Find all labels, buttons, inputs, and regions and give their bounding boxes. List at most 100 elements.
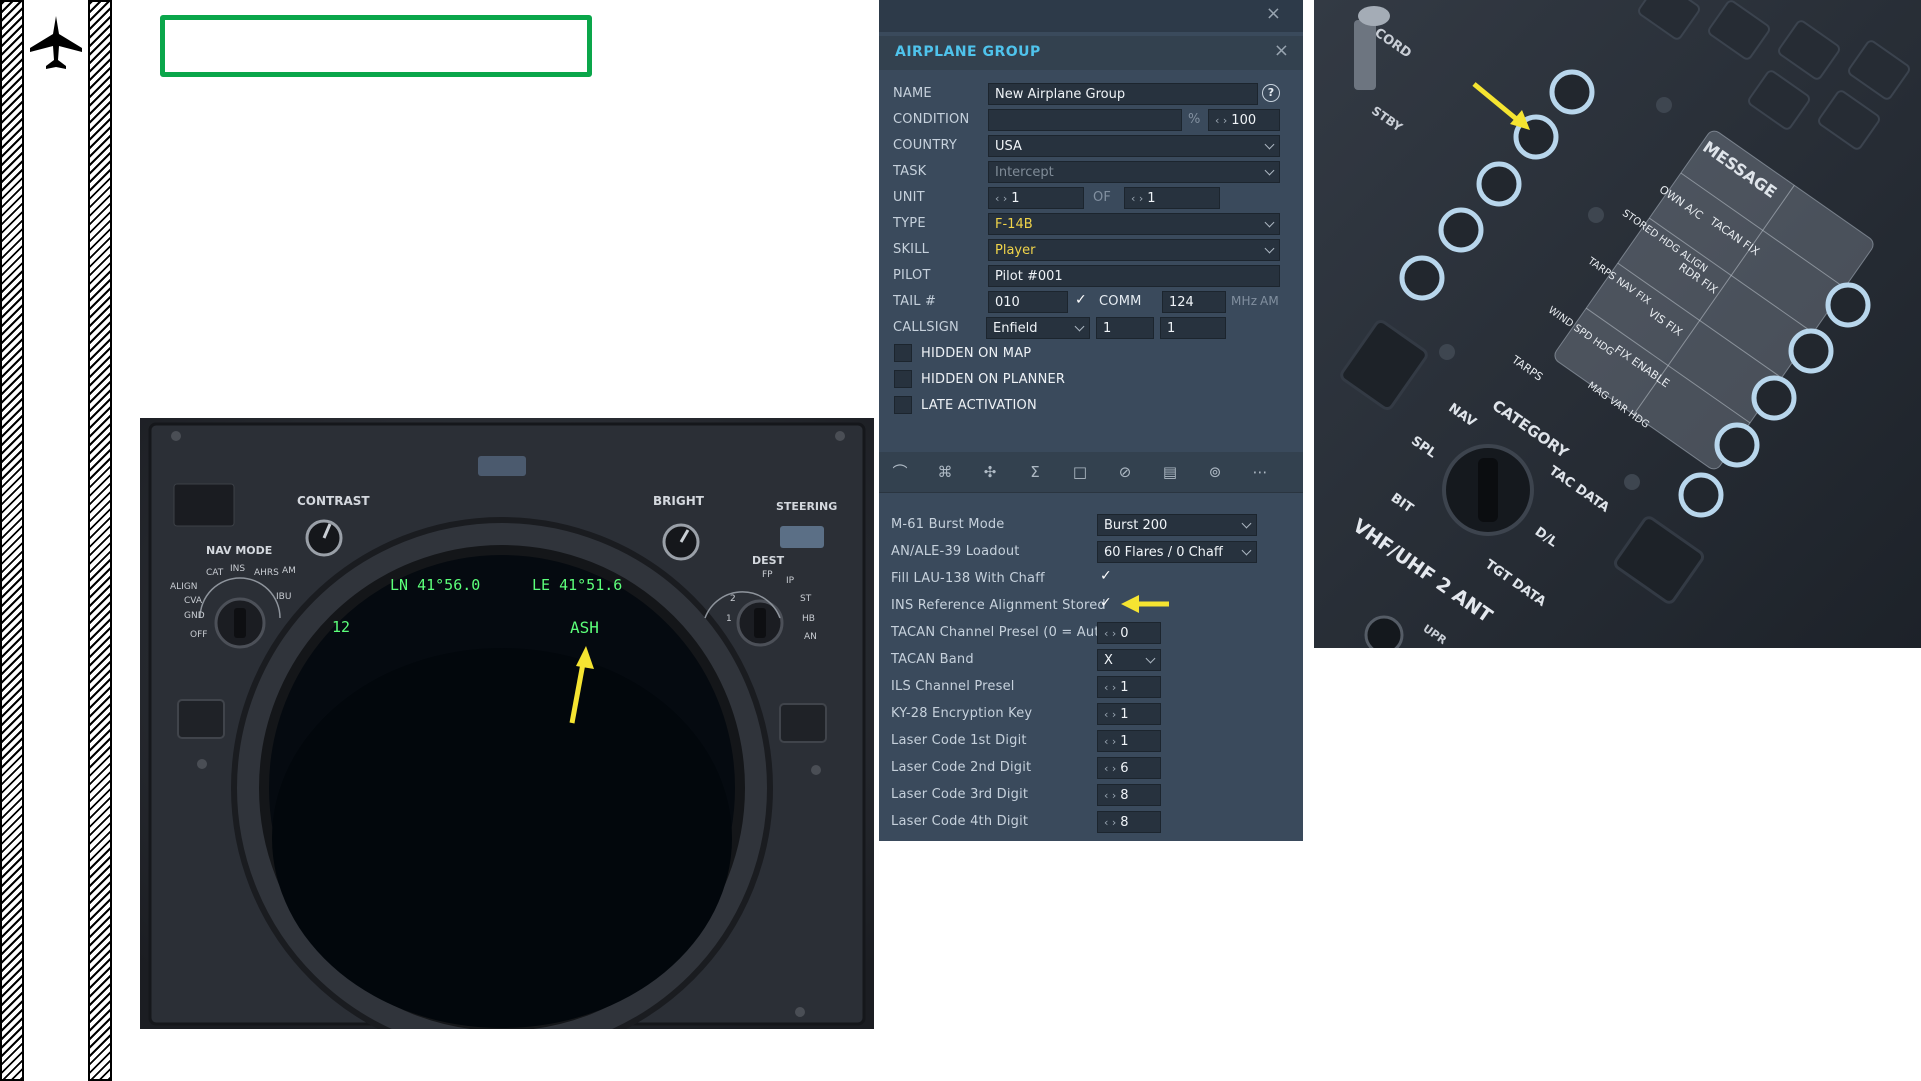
dest-pos-ip: IP (786, 576, 795, 586)
hidden-on-planner-checkbox[interactable] (894, 370, 912, 388)
prop-burst-select[interactable]: Burst 200 (1097, 514, 1257, 536)
square-icon[interactable]: □ (1069, 462, 1091, 482)
nav-pos-ahrs: AHRS (254, 568, 279, 578)
no-icon[interactable]: ⊘ (1114, 462, 1136, 482)
chevron-down-icon (1241, 545, 1252, 556)
prop-tacan-band-select[interactable]: X (1097, 649, 1161, 671)
condition-label: CONDITION (893, 112, 970, 127)
pilot-label: PILOT (893, 268, 931, 283)
nav-pos-am: AM (282, 566, 296, 576)
tid-readout-ash: ASH (570, 618, 599, 637)
prop-ins-checkbox[interactable]: ✓ (1100, 595, 1112, 611)
stepper-icon[interactable]: ‹ › (1104, 681, 1116, 694)
hidden-on-planner-label: HIDDEN ON PLANNER (921, 372, 1066, 387)
prop-laser4-input[interactable]: ‹ › 8 (1097, 811, 1161, 833)
skill-select[interactable]: Player (988, 239, 1280, 261)
prop-lau-label: Fill LAU-138 With Chaff (891, 571, 1045, 586)
radio-icon[interactable]: ⊚ (1204, 462, 1226, 482)
comm-unit-am: AM (1260, 294, 1279, 308)
comm-checkbox[interactable]: ✓ (1075, 292, 1087, 308)
comm-input[interactable]: 124 (1162, 291, 1226, 313)
dest-pos-hb: HB (802, 614, 815, 624)
hidden-on-map-checkbox[interactable] (894, 344, 912, 362)
nav-pos-off: OFF (190, 630, 208, 640)
title-box (160, 15, 592, 77)
country-value: USA (995, 139, 1022, 154)
tail-input[interactable]: 010 (988, 291, 1068, 313)
sidebar-stripe-left (0, 0, 24, 1081)
stepper-icon[interactable]: ‹ › (1104, 708, 1116, 721)
close-icon[interactable]: × (1274, 40, 1289, 61)
prop-laser2-value: 6 (1120, 761, 1129, 776)
condition-slider[interactable] (988, 109, 1182, 131)
unit-input[interactable]: ‹ › 1 (988, 187, 1084, 209)
task-select[interactable]: Intercept (988, 161, 1280, 183)
tail-label: TAIL # (893, 294, 937, 309)
callsign-num1-input[interactable]: 1 (1096, 317, 1154, 339)
unit-of-value: 1 (1147, 191, 1156, 206)
chevron-down-icon (1074, 321, 1085, 332)
unit-value: 1 (1011, 191, 1020, 206)
prop-laser1-value: 1 (1120, 734, 1129, 749)
late-activation-checkbox[interactable] (894, 396, 912, 414)
prop-laser1-input[interactable]: ‹ › 1 (1097, 730, 1161, 752)
help-icon[interactable]: ? (1262, 84, 1280, 102)
panel-toolbar: ⌒ ⌘ ✣ Σ □ ⊘ ▤ ⊚ ⋯ (879, 452, 1303, 492)
prop-laser4-value: 8 (1120, 815, 1129, 830)
prop-tacan-channel-input[interactable]: ‹ › 0 (1097, 622, 1161, 644)
stepper-icon[interactable]: ‹ › (1104, 735, 1116, 748)
late-activation-label: LATE ACTIVATION (921, 398, 1037, 413)
skill-value: Player (995, 243, 1036, 258)
chevron-down-icon (1264, 243, 1275, 254)
trigger-icon[interactable]: ✣ (979, 462, 1001, 482)
panel-topbar: × (879, 0, 1303, 32)
payload-icon[interactable]: ▤ (1159, 462, 1181, 482)
prop-loadout-label: AN/ALE-39 Loadout (891, 544, 1020, 559)
close-icon[interactable]: × (1266, 3, 1281, 24)
chevron-down-icon (1145, 653, 1156, 664)
task-label: TASK (893, 164, 927, 179)
prop-laser4-label: Laser Code 4th Digit (891, 814, 1029, 829)
bright-label: BRIGHT (653, 494, 704, 508)
prop-lau-checkbox[interactable]: ✓ (1100, 568, 1112, 584)
toolbar-divider (879, 492, 1303, 493)
stepper-icon[interactable]: ‹ › (1104, 627, 1116, 640)
prop-laser1-label: Laser Code 1st Digit (891, 733, 1027, 748)
more-icon[interactable]: ⋯ (1249, 462, 1271, 482)
stepper-icon[interactable]: ‹ › (1131, 192, 1143, 205)
stepper-icon[interactable]: ‹ › (1104, 762, 1116, 775)
unit-of-input[interactable]: ‹ › 1 (1124, 187, 1220, 209)
sum-icon[interactable]: Σ (1024, 462, 1046, 482)
pilot-input[interactable]: Pilot #001 (988, 265, 1280, 287)
stepper-icon[interactable]: ‹ › (1104, 789, 1116, 802)
prop-ky28-label: KY-28 Encryption Key (891, 706, 1033, 721)
stepper-icon[interactable]: ‹ › (1104, 816, 1116, 829)
prop-ils-input[interactable]: ‹ › 1 (1097, 676, 1161, 698)
callsign-num2-input[interactable]: 1 (1160, 317, 1226, 339)
name-input[interactable]: New Airplane Group (988, 83, 1258, 105)
prop-ky28-value: 1 (1120, 707, 1129, 722)
target-icon[interactable]: ⌘ (934, 462, 956, 482)
prop-laser2-input[interactable]: ‹ › 6 (1097, 757, 1161, 779)
route-icon[interactable]: ⌒ (889, 462, 911, 482)
callsign-label: CALLSIGN (893, 320, 959, 335)
prop-loadout-select[interactable]: 60 Flares / 0 Chaff (1097, 541, 1257, 563)
stepper-icon[interactable]: ‹ › (995, 192, 1007, 205)
aircraft-icon (26, 14, 86, 74)
hidden-on-map-label: HIDDEN ON MAP (921, 346, 1032, 361)
prop-ils-label: ILS Channel Presel (891, 679, 1015, 694)
airplane-group-panel: × AIRPLANE GROUP × NAME New Airplane Gro… (879, 0, 1303, 841)
prop-laser3-input[interactable]: ‹ › 8 (1097, 784, 1161, 806)
country-select[interactable]: USA (988, 135, 1280, 157)
comm-label: COMM (1099, 294, 1142, 309)
prop-ky28-input[interactable]: ‹ › 1 (1097, 703, 1161, 725)
prop-tacan-band-label: TACAN Band (891, 652, 974, 667)
type-select[interactable]: F-14B (988, 213, 1280, 235)
callsign-select[interactable]: Enfield (986, 317, 1090, 339)
prop-tacan-channel-value: 0 (1120, 626, 1129, 641)
type-label: TYPE (893, 216, 926, 231)
stepper-icon[interactable]: ‹ › (1215, 114, 1227, 127)
unit-label: UNIT (893, 190, 925, 205)
condition-input[interactable]: ‹ › 100 (1208, 109, 1280, 131)
prop-ils-value: 1 (1120, 680, 1129, 695)
